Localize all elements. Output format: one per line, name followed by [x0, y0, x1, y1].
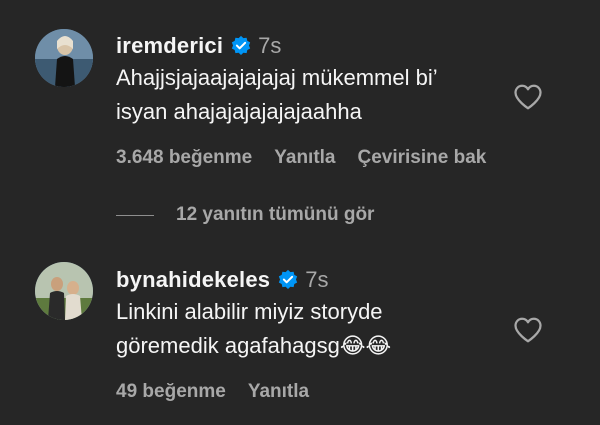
heart-outline-icon[interactable]	[513, 316, 543, 344]
avatar-image	[35, 262, 93, 320]
avatar[interactable]	[35, 29, 93, 87]
comment-line: Ahajjsjajaajajajajaj mükemmel bi’	[116, 65, 438, 90]
comment-meta: 49 beğenme Yanıtla	[116, 381, 331, 403]
view-replies-label: 12 yanıtın tümünü gör	[176, 204, 375, 225]
likes-count[interactable]: 49 beğenme	[116, 381, 226, 403]
avatar[interactable]	[35, 262, 93, 320]
avatar-image	[35, 29, 93, 87]
reply-button[interactable]: Yanıtla	[274, 147, 335, 169]
divider-line	[116, 214, 154, 216]
comment-text: Ahajjsjajaajajajajaj mükemmel bi’ isyan …	[116, 61, 438, 129]
verified-badge-icon	[279, 269, 298, 289]
view-replies-button[interactable]: 12 yanıtın tümünü gör	[116, 204, 374, 226]
comment-line: isyan ahajajajajajajaahha	[116, 99, 362, 124]
username-row: bynahidekeles 7s	[116, 267, 328, 293]
likes-count[interactable]: 3.648 beğenme	[116, 147, 252, 169]
see-translation-button[interactable]: Çevirisine bak	[358, 147, 487, 169]
comment-text: Linkini alabilir miyiz storyde göremedik…	[116, 295, 391, 363]
comment-time: 7s	[305, 267, 329, 292]
comment-line: Linkini alabilir miyiz storyde	[116, 299, 383, 324]
username[interactable]: bynahidekeles	[116, 267, 270, 293]
comment-line: göremedik agafahagsg😂😂	[116, 333, 392, 358]
verified-badge-icon	[232, 35, 251, 55]
reply-button[interactable]: Yanıtla	[248, 381, 309, 403]
username-row: iremderici 7s	[116, 33, 281, 59]
comment-meta: 3.648 beğenme Yanıtla Çevirisine bak	[116, 147, 508, 169]
heart-outline-icon[interactable]	[513, 83, 543, 111]
username[interactable]: iremderici	[116, 33, 223, 59]
comment-time: 7s	[258, 33, 282, 58]
